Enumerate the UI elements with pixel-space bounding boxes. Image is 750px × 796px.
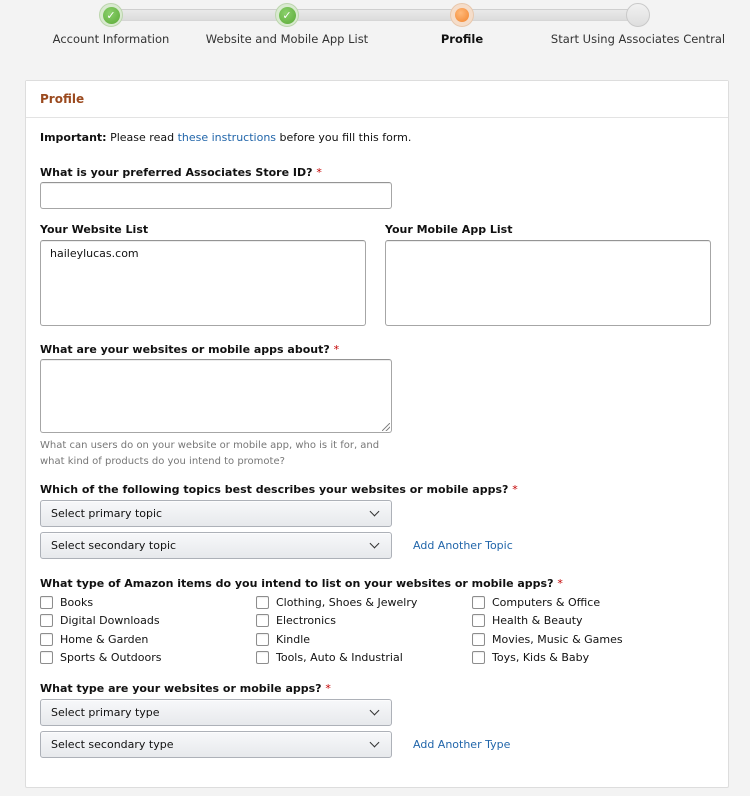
step-1-complete-indicator: ✓ xyxy=(99,3,123,27)
checkbox-tools-auto-industrial[interactable]: Tools, Auto & Industrial xyxy=(256,649,472,667)
checkbox-label: Kindle xyxy=(276,632,311,646)
checkbox-label: Sports & Outdoors xyxy=(60,651,162,664)
step-label-account-information: Account Information xyxy=(52,32,170,46)
checkbox-box[interactable] xyxy=(256,632,269,646)
step-label-website-app-list: Website and Mobile App List xyxy=(205,32,369,46)
store-id-label: What is your preferred Associates Store … xyxy=(40,166,322,179)
checkbox-digital-downloads[interactable]: Digital Downloads xyxy=(40,612,256,630)
important-text-after: before you fill this form. xyxy=(276,131,412,144)
checkbox-health-beauty[interactable]: Health & Beauty xyxy=(472,612,672,630)
checkbox-label: Digital Downloads xyxy=(60,614,160,627)
resize-handle-icon[interactable] xyxy=(382,423,390,431)
required-marker: * xyxy=(325,682,331,695)
checkbox-kindle[interactable]: Kindle xyxy=(256,630,472,648)
important-notice: Important: Please read these instruction… xyxy=(40,131,411,144)
checkbox-label: Toys, Kids & Baby xyxy=(492,651,590,664)
store-id-label-text: What is your preferred Associates Store … xyxy=(40,166,313,179)
checkbox-books[interactable]: Books xyxy=(40,593,256,611)
types-label-text: What type are your websites or mobile ap… xyxy=(40,682,322,695)
secondary-topic-select[interactable]: Select secondary topic xyxy=(40,532,392,559)
chevron-down-icon xyxy=(369,705,380,716)
checkbox-label: Home & Garden xyxy=(60,632,149,646)
topics-label-text: Which of the following topics best descr… xyxy=(40,483,509,496)
progress-track xyxy=(111,9,638,21)
primary-topic-value: Select primary topic xyxy=(51,507,163,520)
store-id-input[interactable] xyxy=(40,182,392,209)
checkbox-label: Books xyxy=(60,595,94,609)
checkbox-movies-music-games[interactable]: Movies, Music & Games xyxy=(472,630,672,648)
about-hint-line-2: what kind of products do you intend to p… xyxy=(40,456,285,467)
checkbox-sports-outdoors[interactable]: Sports & Outdoors xyxy=(40,649,256,667)
mobile-app-list-textarea[interactable] xyxy=(385,240,711,326)
secondary-topic-value: Select secondary topic xyxy=(51,539,177,552)
chevron-down-icon xyxy=(369,506,380,517)
panel-header: Profile xyxy=(26,81,728,118)
current-step-dot-icon xyxy=(455,8,469,22)
step-label-profile: Profile xyxy=(440,32,484,46)
checkbox-box[interactable] xyxy=(40,614,53,627)
primary-topic-select[interactable]: Select primary topic xyxy=(40,500,392,527)
checkbox-box[interactable] xyxy=(256,595,269,609)
chevron-down-icon xyxy=(369,737,380,748)
checkbox-box[interactable] xyxy=(40,651,53,664)
instructions-link[interactable]: these instructions xyxy=(178,131,276,144)
website-list-textarea[interactable] xyxy=(40,240,366,326)
checkbox-box[interactable] xyxy=(256,614,269,627)
chevron-down-icon xyxy=(369,538,380,549)
primary-type-select[interactable]: Select primary type xyxy=(40,699,392,726)
checkbox-electronics[interactable]: Electronics xyxy=(256,612,472,630)
required-marker: * xyxy=(316,166,322,179)
checkbox-box[interactable] xyxy=(256,651,269,664)
about-hint: What can users do on your website or mob… xyxy=(40,438,379,470)
important-text-before: Please read xyxy=(106,131,178,144)
items-checkbox-grid: Books Clothing, Shoes & Jewelry Computer… xyxy=(40,593,680,667)
about-textarea-wrapper xyxy=(40,359,392,433)
progress-stepper: ✓ ✓ Account Information Website and Mobi… xyxy=(0,0,750,60)
checkbox-box[interactable] xyxy=(472,632,485,646)
checkbox-box[interactable] xyxy=(472,595,485,609)
checkbox-label: Clothing, Shoes & Jewelry xyxy=(276,595,418,609)
step-3-current-indicator xyxy=(450,3,474,27)
about-hint-line-1: What can users do on your website or mob… xyxy=(40,440,380,451)
step-label-start-using: Start Using Associates Central xyxy=(550,32,726,46)
required-marker: * xyxy=(557,577,563,590)
types-label: What type are your websites or mobile ap… xyxy=(40,682,331,695)
about-label-text: What are your websites or mobile apps ab… xyxy=(40,343,330,356)
panel-title: Profile xyxy=(40,92,85,106)
checkbox-label: Health & Beauty xyxy=(492,614,583,627)
checkbox-clothing-shoes-jewelry[interactable]: Clothing, Shoes & Jewelry xyxy=(256,593,472,611)
checkbox-home-garden[interactable]: Home & Garden xyxy=(40,630,256,648)
required-marker: * xyxy=(333,343,340,356)
checkbox-label: Electronics xyxy=(276,614,336,627)
check-icon: ✓ xyxy=(278,6,296,24)
checkbox-box[interactable] xyxy=(472,614,485,627)
primary-type-value: Select primary type xyxy=(51,706,160,719)
topics-label: Which of the following topics best descr… xyxy=(40,483,518,496)
checkbox-computers-office[interactable]: Computers & Office xyxy=(472,593,672,611)
checkbox-label: Movies, Music & Games xyxy=(492,632,623,646)
step-4-upcoming-indicator xyxy=(626,3,650,27)
add-another-type-link[interactable]: Add Another Type xyxy=(413,738,510,751)
website-list-label: Your Website List xyxy=(40,223,149,236)
secondary-type-value: Select secondary type xyxy=(51,738,174,751)
important-label: Important: xyxy=(40,131,107,144)
required-marker: * xyxy=(512,483,518,496)
checkbox-toys-kids-baby[interactable]: Toys, Kids & Baby xyxy=(472,649,672,667)
step-2-complete-indicator: ✓ xyxy=(275,3,299,27)
items-label: What type of Amazon items do you intend … xyxy=(40,577,563,590)
items-label-text: What type of Amazon items do you intend … xyxy=(40,577,554,590)
mobile-app-list-label: Your Mobile App List xyxy=(385,223,513,236)
checkbox-box[interactable] xyxy=(40,632,53,646)
checkbox-label: Tools, Auto & Industrial xyxy=(276,651,403,664)
checkbox-label: Computers & Office xyxy=(492,595,601,609)
about-label: What are your websites or mobile apps ab… xyxy=(40,343,339,356)
checkbox-box[interactable] xyxy=(472,651,485,664)
check-icon: ✓ xyxy=(102,6,120,24)
profile-panel: Profile Important: Please read these ins… xyxy=(25,80,729,788)
add-another-topic-link[interactable]: Add Another Topic xyxy=(413,539,513,552)
secondary-type-select[interactable]: Select secondary type xyxy=(40,731,392,758)
about-textarea[interactable] xyxy=(40,359,392,433)
checkbox-box[interactable] xyxy=(40,595,53,609)
